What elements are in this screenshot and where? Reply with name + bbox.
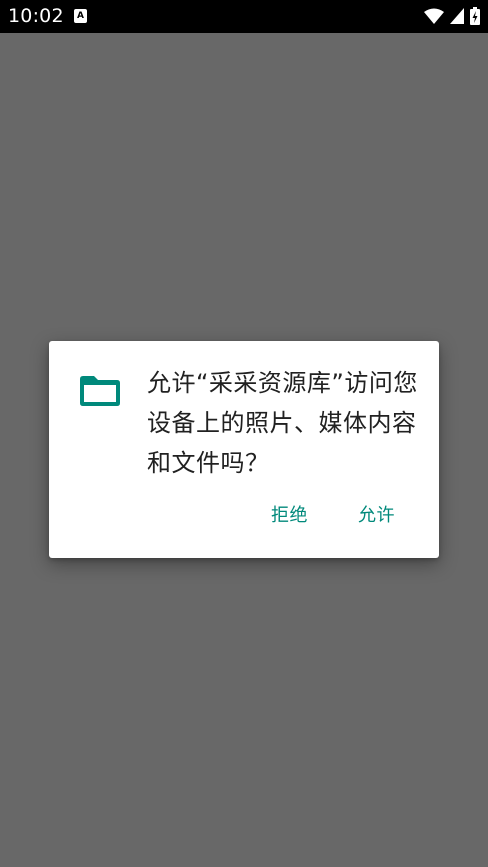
folder-icon	[79, 373, 121, 409]
status-time: 10:02	[8, 5, 64, 27]
status-bar: 10:02 A	[0, 0, 488, 33]
cellular-signal-icon	[450, 8, 464, 24]
allow-button[interactable]: 允许	[358, 504, 395, 528]
permission-dialog: 允许“采采资源库”访问您设备上的照片、媒体内容和文件吗？ 拒绝 允许	[49, 341, 439, 558]
wifi-icon	[424, 8, 444, 24]
dialog-message: 允许“采采资源库”访问您设备上的照片、媒体内容和文件吗？	[147, 369, 418, 477]
dialog-actions: 拒绝 允许	[271, 504, 395, 528]
notification-icon: A	[74, 9, 87, 23]
battery-charging-icon	[470, 7, 480, 25]
status-icons	[424, 6, 480, 26]
deny-button[interactable]: 拒绝	[271, 504, 308, 528]
